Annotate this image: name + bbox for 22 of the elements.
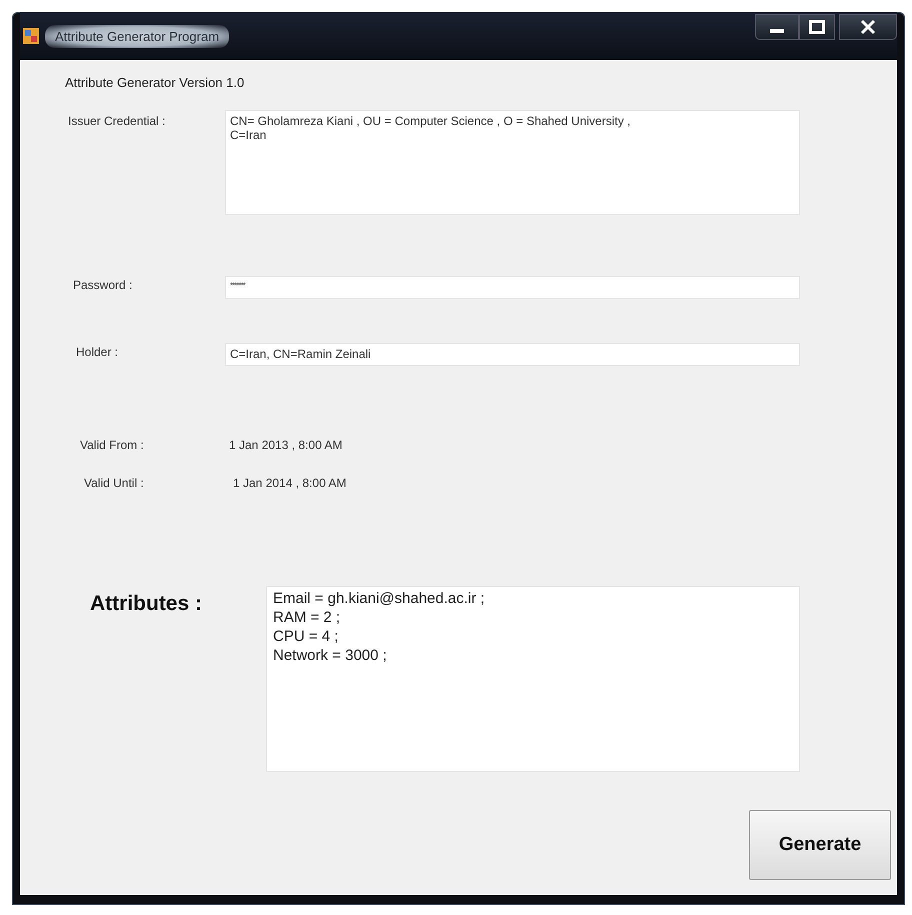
field-label: Attributes :	[90, 591, 203, 616]
input-field[interactable]: Email = gh.kiani@shahed.ac.ir ; RAM = 2 ; CPU = 4 ; Network = 3000 ;	[266, 586, 800, 772]
input-field[interactable]: C=Iran, CN=Ramin Zeinali	[225, 343, 800, 366]
close-icon	[860, 19, 876, 35]
minimize-button[interactable]	[755, 14, 799, 40]
close-button[interactable]	[839, 14, 897, 40]
input-field[interactable]: CN= Gholamreza Kiani , OU = Computer Science , O = Shahed University , C=Iran	[225, 110, 800, 215]
field-label: Valid Until :	[84, 476, 145, 490]
field-value: 1 Jan 2014 , 8:00 AM	[233, 476, 346, 490]
input-field[interactable]: *******	[225, 276, 800, 299]
field-value: 1 Jan 2013 , 8:00 AM	[229, 438, 342, 452]
field-label: Password :	[73, 277, 134, 292]
minimize-icon	[770, 29, 784, 33]
field-label: Issuer Credential :	[68, 113, 166, 128]
maximize-button[interactable]	[799, 14, 835, 40]
generate-button[interactable]: Generate	[749, 810, 891, 880]
version-label: Attribute Generator Version 1.0	[65, 75, 246, 91]
app-icon	[23, 28, 39, 44]
field-label: Holder :	[76, 344, 120, 359]
window-title: Attribute Generator Program	[45, 24, 230, 48]
field-label: Valid From :	[80, 438, 145, 452]
maximize-icon	[809, 19, 825, 35]
